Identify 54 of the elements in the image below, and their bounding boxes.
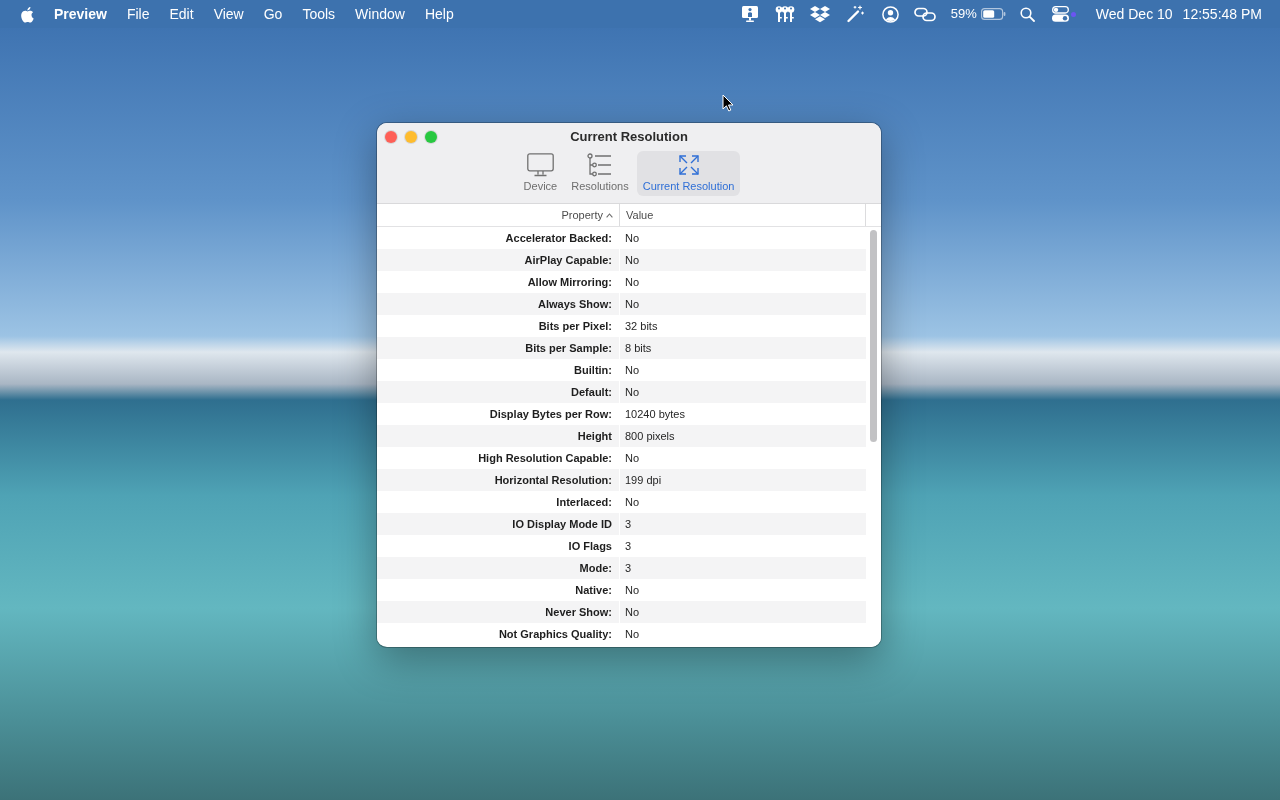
user-circle-icon[interactable]: [881, 5, 899, 23]
property-value: 800 pixels: [624, 429, 675, 444]
close-button[interactable]: [385, 131, 397, 143]
property-value: No: [624, 385, 640, 400]
property-label: Not Graphics Quality:: [377, 623, 620, 645]
toolbar-tab[interactable]: Current Resolution: [636, 151, 741, 196]
property-value: No: [624, 451, 640, 466]
property-value: 3: [624, 517, 632, 532]
time[interactable]: 12:55:48 PM: [1182, 3, 1262, 25]
menu-item[interactable]: Tools: [292, 0, 346, 28]
pointer-cursor-icon: [722, 94, 734, 112]
property-value: No: [624, 495, 640, 510]
menu-item[interactable]: Go: [253, 0, 293, 28]
toolbar-tab[interactable]: Resolutions: [565, 151, 635, 196]
monitor-icon: [526, 153, 554, 177]
property-value: 8 bits: [624, 341, 652, 356]
status-dot-icon: [1070, 11, 1076, 17]
box-icon[interactable]: [810, 5, 831, 23]
toolbar-tab[interactable]: Device: [517, 151, 564, 196]
property-value: No: [624, 605, 640, 620]
date[interactable]: Wed Dec 10: [1095, 3, 1173, 25]
property-value: No: [624, 297, 640, 312]
column-header[interactable]: Value: [620, 204, 866, 226]
expand-arrows-icon: [677, 154, 700, 176]
search-icon[interactable]: [1019, 6, 1035, 22]
menu-item[interactable]: View: [203, 0, 254, 28]
menu-item[interactable]: File: [116, 0, 160, 28]
property-value: No: [624, 583, 640, 598]
battery-percent[interactable]: 59%: [950, 4, 977, 24]
link-icon[interactable]: [914, 6, 937, 22]
scrollbar-thumb[interactable]: [870, 230, 877, 442]
property-value: 10240 bytes: [624, 407, 685, 422]
property-value: No: [624, 363, 640, 378]
property-value: 3: [624, 539, 632, 554]
menu-item[interactable]: Edit: [159, 0, 204, 28]
menu-item[interactable]: Help: [414, 0, 464, 28]
app-menu[interactable]: Preview: [44, 0, 117, 28]
toggles-icon[interactable]: [1051, 6, 1069, 22]
window-title: Current Resolution: [570, 128, 688, 147]
keys-icon[interactable]: [775, 5, 796, 23]
property-value: No: [624, 275, 640, 290]
property-value: No: [624, 231, 640, 246]
property-value: 3: [624, 561, 632, 576]
property-value: No: [624, 627, 640, 642]
battery-icon[interactable]: [980, 8, 1006, 20]
column-header[interactable]: Property: [377, 204, 620, 226]
magic-wand-icon[interactable]: [846, 5, 865, 23]
monitor-icon[interactable]: [741, 5, 760, 23]
apple-icon[interactable]: [20, 5, 34, 23]
property-value: 32 bits: [624, 319, 658, 334]
property-value: No: [624, 253, 640, 268]
menu-item[interactable]: Window: [345, 0, 415, 28]
list-tree-icon: [587, 153, 613, 177]
property-value: 199 dpi: [624, 473, 662, 488]
